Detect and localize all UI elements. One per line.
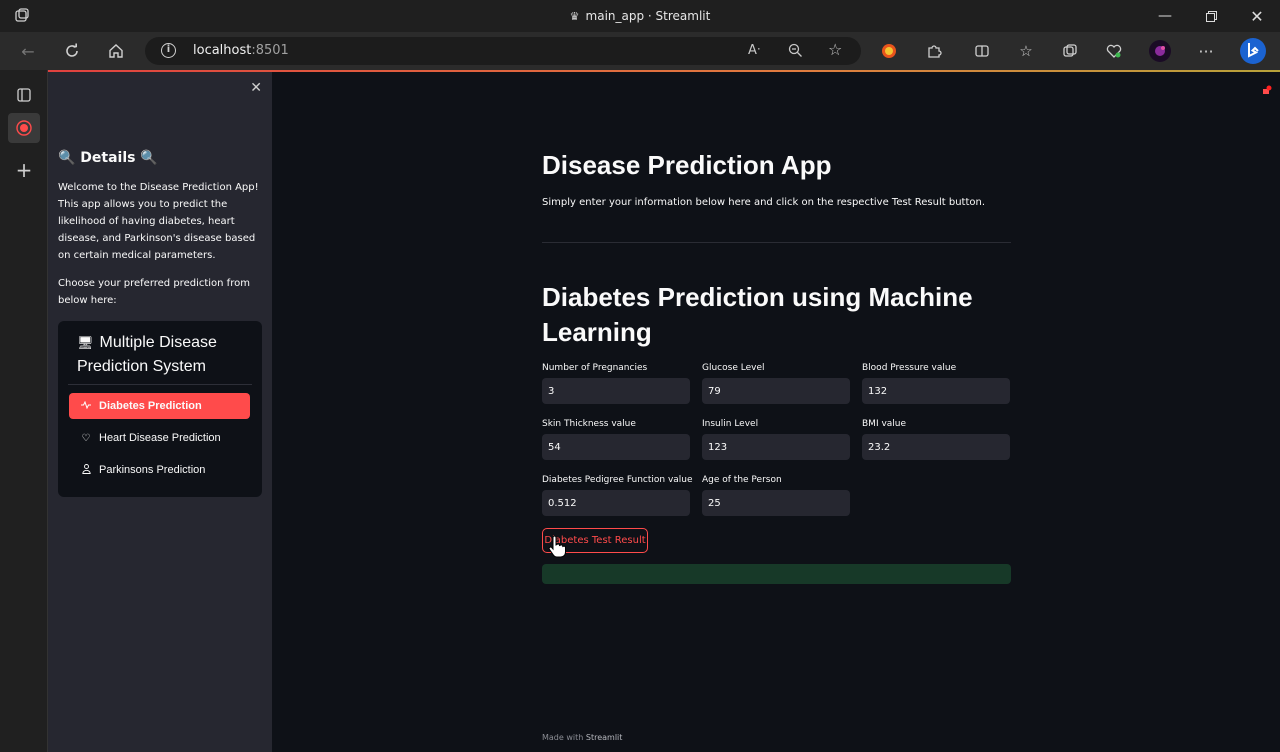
new-tab-icon[interactable]: + — [8, 155, 40, 185]
footer-prefix: Made with — [542, 733, 584, 742]
app-sidebar: ✕ 🔍 Details 🔍 Welcome to the Disease Pre… — [48, 72, 272, 752]
url-host: localhost — [193, 43, 252, 58]
more-options-icon[interactable]: ··· — [1192, 38, 1220, 64]
age-label: Age of the Person — [702, 475, 782, 485]
menu-title: 🖥 Multiple Disease Prediction System — [77, 331, 257, 379]
blood-pressure-input[interactable]: 132 — [862, 378, 1010, 404]
vertical-tab-strip: + — [0, 70, 48, 752]
sidebar-intro: Welcome to the Disease Prediction App! T… — [58, 182, 259, 261]
server-icon: 🖥 — [77, 335, 94, 350]
hand-cursor-icon — [548, 535, 566, 562]
browser-title-bar: ♛ main_app · Streamlit — ✕ — [0, 0, 1280, 32]
main-content: Disease Prediction App Simply enter your… — [272, 72, 1280, 752]
favorite-star-icon[interactable]: ☆ — [828, 40, 842, 59]
footer-brand-link[interactable]: Streamlit — [586, 733, 623, 742]
back-button[interactable]: ← — [14, 38, 42, 64]
browser-essentials-icon[interactable] — [1100, 38, 1128, 64]
url-port: :8501 — [251, 43, 289, 58]
sidebar-choose-text: Choose your preferred prediction from be… — [58, 278, 250, 306]
extensions-puzzle-icon[interactable] — [920, 38, 948, 64]
bmi-label: BMI value — [862, 419, 907, 429]
insulin-label: Insulin Level — [702, 419, 759, 429]
option-menu: 🖥 Multiple Disease Prediction System Diab… — [58, 321, 262, 497]
menu-title-text: Multiple Disease Prediction System — [77, 334, 217, 375]
heart-icon: ♡ — [81, 432, 91, 444]
profile-avatar[interactable] — [1146, 38, 1174, 64]
minimize-button[interactable]: — — [1142, 0, 1188, 32]
insulin-input[interactable]: 123 — [702, 434, 850, 460]
menu-item-label: Heart Disease Prediction — [99, 432, 221, 444]
page-title: Disease Prediction App — [542, 150, 832, 180]
menu-item-label: Parkinsons Prediction — [99, 464, 206, 476]
menu-item-label: Diabetes Prediction — [99, 400, 202, 412]
pedigree-input[interactable]: 0.512 — [542, 490, 690, 516]
collections-icon[interactable] — [1056, 38, 1084, 64]
page-subtitle: Simply enter your information below here… — [542, 197, 986, 208]
section-title-line: Learning — [542, 317, 652, 347]
footer: Made with Streamlit — [542, 733, 622, 742]
pregnancies-input[interactable]: 3 — [542, 378, 690, 404]
close-sidebar-icon[interactable]: ✕ — [250, 80, 262, 96]
divider — [542, 242, 1011, 243]
running-indicator-icon — [1262, 80, 1272, 94]
home-button[interactable] — [102, 38, 130, 64]
sidebar-heading: 🔍 Details 🔍 — [58, 150, 158, 166]
close-window-button[interactable]: ✕ — [1234, 0, 1280, 32]
section-title: Diabetes Prediction using Machine Learni… — [542, 280, 973, 350]
bing-copilot-icon[interactable] — [1238, 36, 1268, 66]
menu-divider — [68, 384, 252, 385]
read-aloud-icon[interactable]: Aᐧ — [748, 43, 760, 58]
skin-thickness-input[interactable]: 54 — [542, 434, 690, 460]
activity-icon — [79, 400, 93, 412]
streamlit-tab[interactable] — [8, 113, 40, 143]
glucose-label: Glucose Level — [702, 363, 765, 373]
url-text: localhost:8501 — [193, 43, 289, 58]
menu-item-parkinsons[interactable]: Parkinsons Prediction — [69, 457, 250, 483]
tab-actions-icon[interactable] — [8, 80, 40, 110]
window-title: ♛ main_app · Streamlit — [0, 9, 1280, 23]
extension-pacman-icon[interactable] — [875, 38, 903, 64]
age-input[interactable]: 25 — [702, 490, 850, 516]
site-info-icon[interactable]: i — [161, 43, 176, 58]
person-icon — [79, 463, 93, 477]
blood-pressure-label: Blood Pressure value — [862, 363, 957, 373]
window-title-text: main_app · Streamlit — [585, 9, 711, 23]
restore-button[interactable] — [1188, 0, 1234, 32]
menu-item-diabetes[interactable]: Diabetes Prediction — [69, 393, 250, 419]
refresh-button[interactable] — [58, 38, 86, 64]
pregnancies-label: Number of Pregnancies — [542, 363, 648, 373]
address-bar[interactable]: i localhost:8501 Aᐧ ☆ — [145, 37, 861, 65]
result-success-box — [542, 564, 1011, 584]
bmi-input[interactable]: 23.2 — [862, 434, 1010, 460]
skin-thickness-label: Skin Thickness value — [542, 419, 636, 429]
split-screen-icon[interactable] — [968, 38, 996, 64]
zoom-out-icon[interactable] — [788, 43, 803, 62]
browser-toolbar: ← i localhost:8501 Aᐧ ☆ ☆ ··· — [0, 32, 1280, 70]
streamlit-crown-icon: ♛ — [569, 10, 580, 23]
glucose-input[interactable]: 79 — [702, 378, 850, 404]
pedigree-label: Diabetes Pedigree Function value — [542, 475, 693, 485]
menu-item-heart-disease[interactable]: ♡ Heart Disease Prediction — [69, 425, 250, 451]
section-title-line: Diabetes Prediction using Machine — [542, 282, 973, 312]
favorites-icon[interactable]: ☆ — [1012, 38, 1040, 64]
